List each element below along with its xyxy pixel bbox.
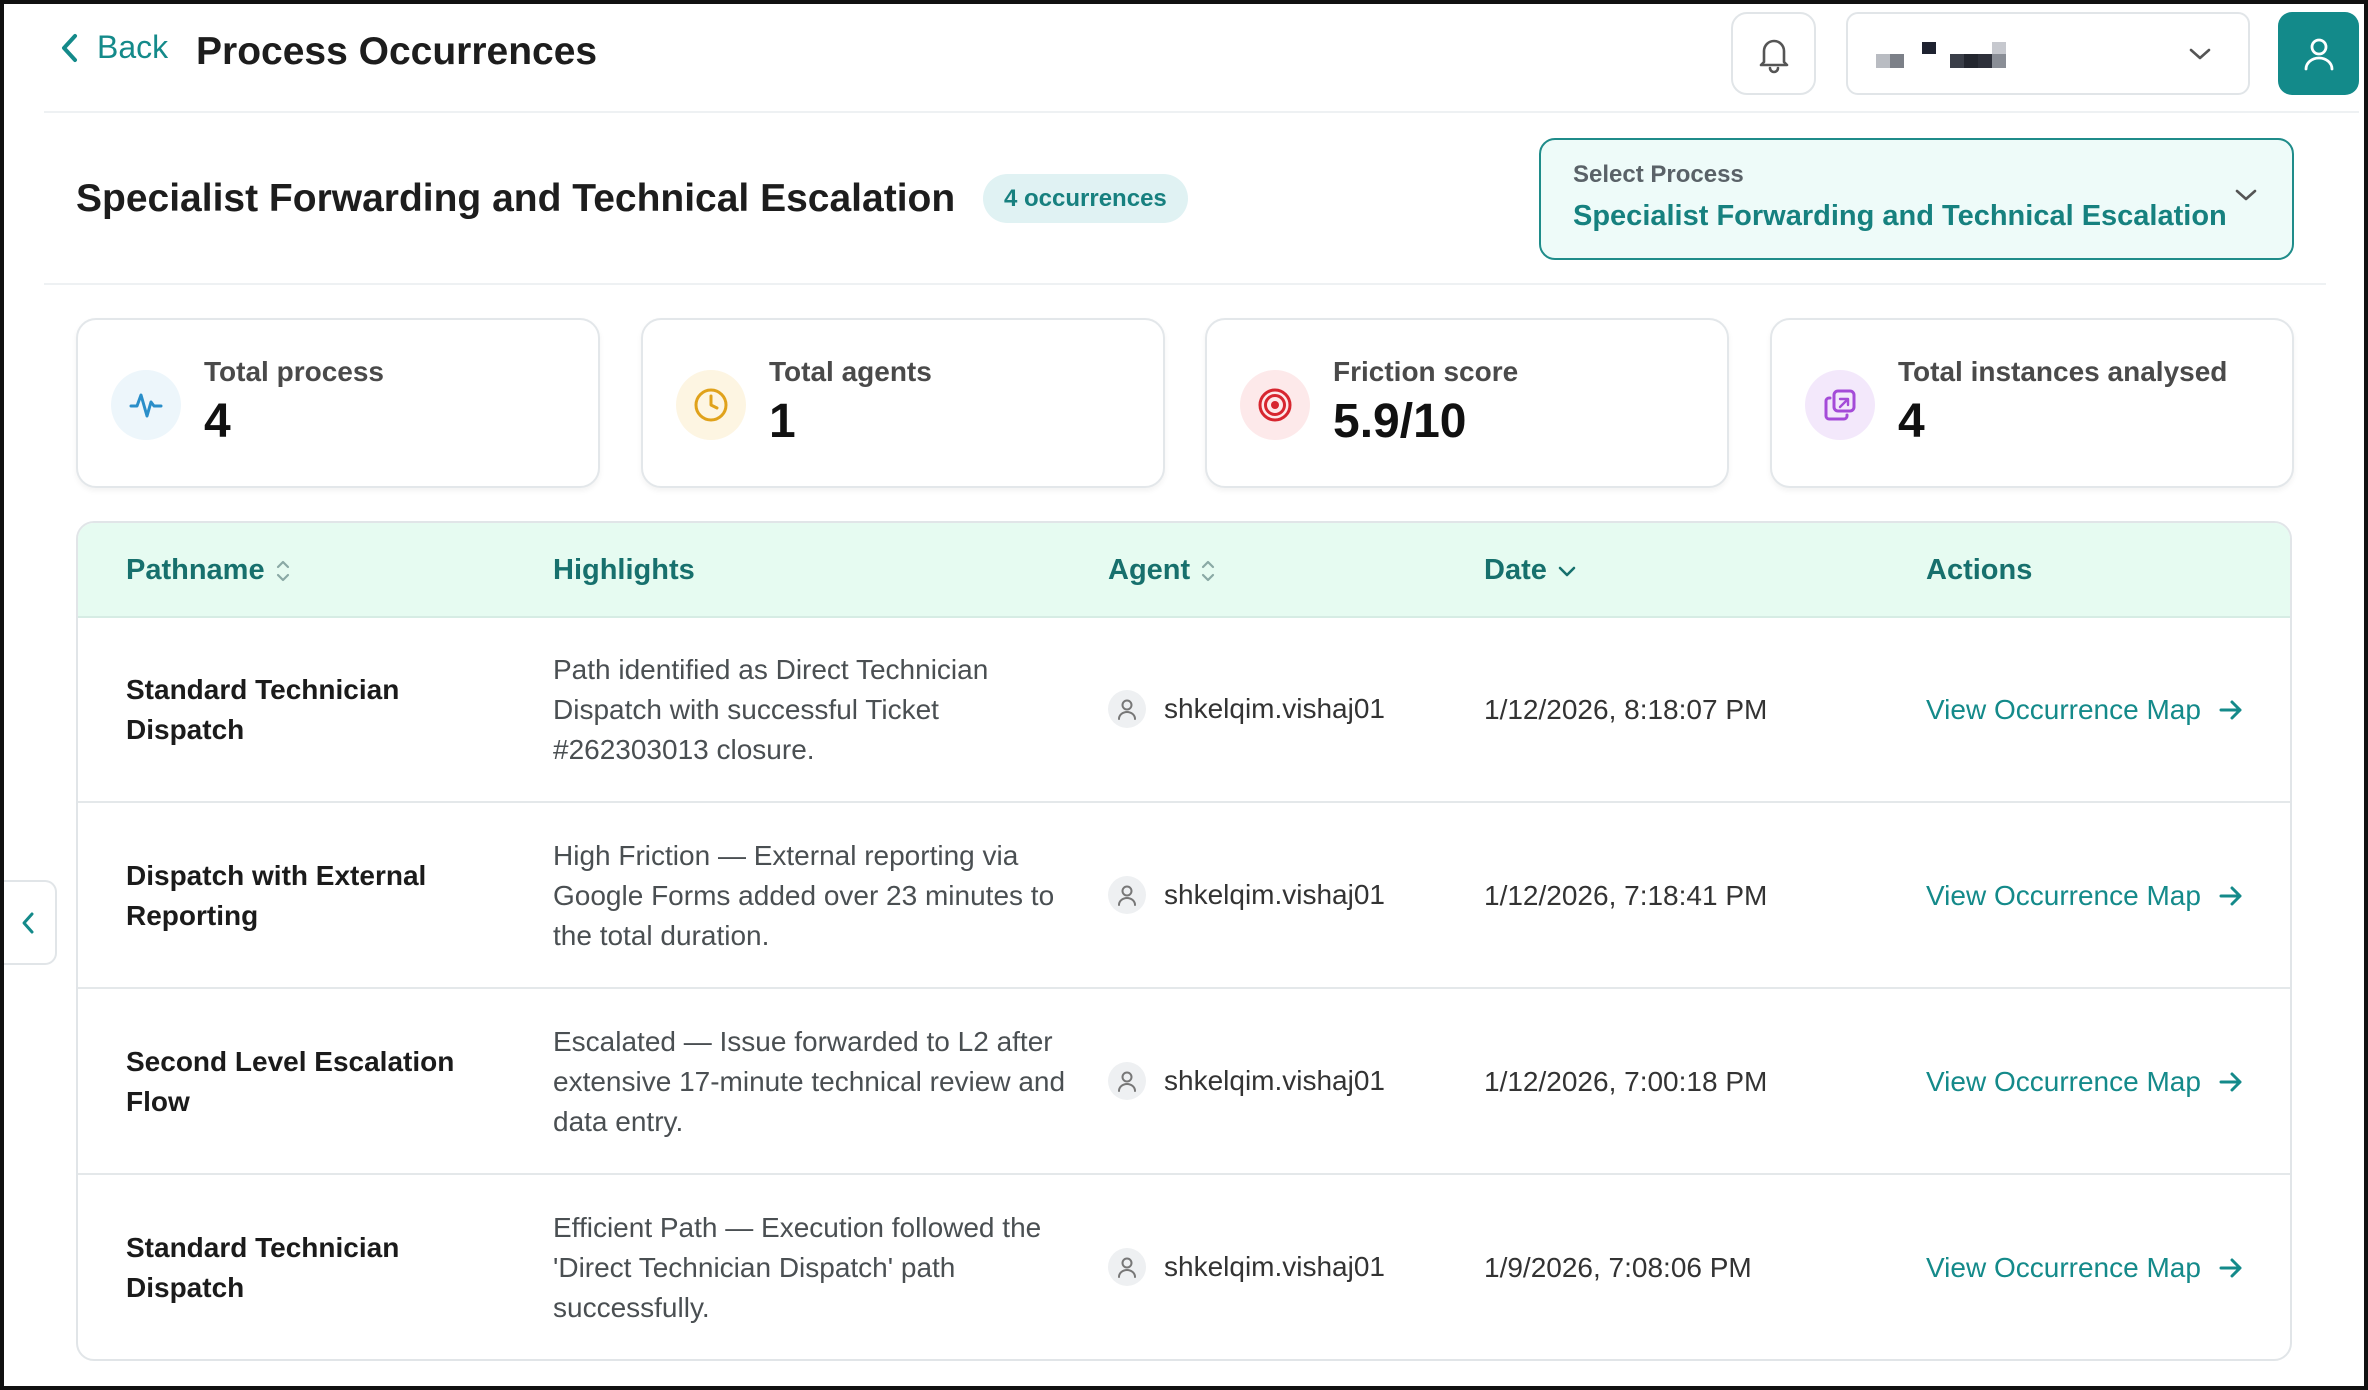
column-header-pathname[interactable]: Pathname [126, 554, 291, 587]
stat-card-total-instances: Total instances analysed 4 [1770, 318, 2294, 488]
user-profile-button[interactable] [2278, 12, 2359, 95]
agent-name: shkelqim.vishaj01 [1164, 1065, 1385, 1096]
activity-icon [111, 370, 181, 440]
stat-value: 4 [1898, 395, 1925, 448]
back-button[interactable]: Back [57, 29, 168, 66]
highlights-cell: Efficient Path — Execution followed the … [553, 1212, 1042, 1323]
date-cell: 1/9/2026, 7:08:06 PM [1484, 1252, 1752, 1283]
top-bar: Back Process Occurrences [44, 0, 2359, 113]
column-label: Actions [1926, 554, 2033, 586]
user-icon [1118, 1257, 1136, 1278]
chevron-down-icon [1558, 566, 1576, 576]
view-occurrence-map-link[interactable]: View Occurrence Map [1926, 1252, 2245, 1284]
stat-card-friction-score: Friction score 5.9/10 [1205, 318, 1729, 488]
column-header-agent[interactable]: Agent [1108, 554, 1216, 587]
user-icon [1118, 699, 1136, 720]
column-label: Pathname [126, 554, 265, 586]
avatar [1108, 1248, 1146, 1286]
account-select[interactable] [1846, 12, 2250, 95]
chevron-down-icon [2235, 189, 2257, 201]
notifications-button[interactable] [1731, 12, 1816, 95]
stat-label: Total instances analysed [1898, 356, 2228, 387]
user-icon [2304, 38, 2333, 70]
view-occurrence-map-link[interactable]: View Occurrence Map [1926, 694, 2245, 726]
select-process-dropdown[interactable]: Select Process Specialist Forwarding and… [1539, 138, 2294, 260]
arrow-right-icon [2219, 886, 2242, 906]
clock-icon [676, 370, 746, 440]
avatar [1108, 690, 1146, 728]
sort-icon [1202, 560, 1215, 581]
agent-name: shkelqim.vishaj01 [1164, 1251, 1385, 1282]
bell-icon [1759, 39, 1788, 73]
sort-icon [276, 560, 289, 581]
column-header-actions: Actions [1926, 554, 2032, 587]
occurrences-table: Pathname Highlights Agent Date Actions S… [76, 521, 2292, 1361]
pathname-cell: Dispatch with External Reporting [126, 860, 427, 931]
agent-cell: shkelqim.vishaj01 [1108, 876, 1385, 914]
column-label: Date [1484, 554, 1547, 586]
arrow-right-icon [2219, 1072, 2242, 1092]
view-occurrence-map-link[interactable]: View Occurrence Map [1926, 1066, 2245, 1098]
view-occurrence-map-link[interactable]: View Occurrence Map [1926, 880, 2245, 912]
column-header-highlights: Highlights [553, 554, 695, 587]
pathname-cell: Standard Technician Dispatch [126, 674, 400, 745]
table-row: Second Level Escalation Flow Escalated —… [78, 990, 2290, 1175]
avatar [1108, 876, 1146, 914]
stat-value: 5.9/10 [1333, 395, 1467, 448]
action-label: View Occurrence Map [1926, 1252, 2201, 1283]
table-header: Pathname Highlights Agent Date Actions [78, 523, 2290, 618]
stat-card-total-agents: Total agents 1 [641, 318, 1165, 488]
agent-name: shkelqim.vishaj01 [1164, 693, 1385, 724]
page-title: Process Occurrences [196, 30, 598, 73]
user-icon [1118, 885, 1136, 906]
avatar [1108, 1062, 1146, 1100]
occurrences-badge: 4 occurrences [983, 174, 1188, 223]
agent-cell: shkelqim.vishaj01 [1108, 1062, 1385, 1100]
action-label: View Occurrence Map [1926, 880, 2201, 911]
agent-cell: shkelqim.vishaj01 [1108, 690, 1385, 728]
select-process-value: Specialist Forwarding and Technical Esca… [1573, 200, 2227, 232]
process-header: Specialist Forwarding and Technical Esca… [44, 115, 2326, 285]
arrow-right-icon [2219, 700, 2242, 720]
table-row: Dispatch with External Reporting High Fr… [78, 804, 2290, 989]
pathname-cell: Second Level Escalation Flow [126, 1046, 455, 1117]
action-label: View Occurrence Map [1926, 1066, 2201, 1097]
highlights-cell: High Friction — External reporting via G… [553, 840, 1055, 951]
pathname-cell: Standard Technician Dispatch [126, 1232, 400, 1303]
chevron-left-icon [22, 912, 33, 933]
stat-label: Total agents [769, 356, 932, 387]
copy-icon [1805, 370, 1875, 440]
process-title: Specialist Forwarding and Technical Esca… [76, 177, 956, 220]
stat-label: Total process [204, 356, 384, 387]
back-label: Back [97, 29, 169, 65]
select-process-label: Select Process [1573, 161, 1744, 188]
date-cell: 1/12/2026, 8:18:07 PM [1484, 694, 1768, 725]
stat-label: Friction score [1333, 356, 1519, 387]
stat-value: 1 [769, 395, 796, 448]
redacted-account-name [1876, 42, 2006, 68]
stat-value: 4 [204, 395, 231, 448]
date-cell: 1/12/2026, 7:18:41 PM [1484, 880, 1768, 911]
stat-card-total-process: Total process 4 [76, 318, 600, 488]
sidebar-expand-button[interactable] [0, 880, 57, 965]
table-row: Standard Technician Dispatch Path identi… [78, 618, 2290, 803]
agent-name: shkelqim.vishaj01 [1164, 879, 1385, 910]
chevron-down-icon [2189, 48, 2211, 60]
column-header-date[interactable]: Date [1484, 554, 1577, 587]
highlights-cell: Escalated — Issue forwarded to L2 after … [553, 1026, 1066, 1137]
date-cell: 1/12/2026, 7:00:18 PM [1484, 1066, 1768, 1097]
agent-cell: shkelqim.vishaj01 [1108, 1248, 1385, 1286]
chevron-left-icon [62, 33, 77, 62]
target-icon [1240, 370, 1310, 440]
user-icon [1118, 1071, 1136, 1092]
highlights-cell: Path identified as Direct Technician Dis… [553, 654, 989, 765]
arrow-right-icon [2219, 1258, 2242, 1278]
action-label: View Occurrence Map [1926, 694, 2201, 725]
column-label: Highlights [553, 554, 695, 586]
column-label: Agent [1108, 554, 1191, 586]
table-row: Standard Technician Dispatch Efficient P… [78, 1176, 2290, 1359]
